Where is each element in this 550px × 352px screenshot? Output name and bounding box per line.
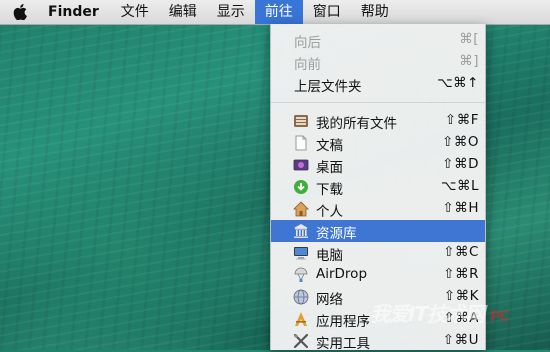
applications-icon bbox=[295, 312, 307, 326]
menu-item-label: 实用工具 bbox=[316, 336, 370, 352]
home-icon bbox=[293, 201, 309, 217]
menu-item-label: AirDrop bbox=[316, 266, 368, 282]
menu-file[interactable]: 文件 bbox=[111, 0, 159, 24]
menu-item-label: 桌面 bbox=[316, 160, 343, 176]
menu-item-label: 文稿 bbox=[316, 138, 343, 154]
watermark-text: 我爱IT技术网 bbox=[370, 302, 485, 326]
menu-item-label: 上层文件夹 bbox=[294, 79, 362, 95]
menu-item-documents[interactable]: 文稿 ⇧⌘O bbox=[271, 132, 485, 154]
menu-item-library[interactable]: 资源库 bbox=[271, 220, 485, 242]
menu-item-computer[interactable]: 电脑 ⇧⌘C bbox=[271, 242, 485, 264]
menu-item-home[interactable]: 个人 ⇧⌘H bbox=[271, 198, 485, 220]
documents-icon bbox=[295, 135, 307, 151]
menu-item-utilities[interactable]: 实用工具 ⇧⌘U bbox=[271, 330, 485, 352]
menu-separator bbox=[271, 102, 485, 103]
airdrop-icon bbox=[294, 267, 308, 282]
apple-icon bbox=[13, 4, 27, 20]
menu-item-desktop[interactable]: 桌面 ⇧⌘D bbox=[271, 154, 485, 176]
menu-item-label: 资源库 bbox=[316, 226, 357, 242]
watermark: 我爱IT技术网 PC bbox=[370, 298, 510, 327]
menu-item-shortcut: ⇧⌘U bbox=[442, 332, 479, 348]
menu-bar: Finder 文件 编辑 显示 前往 窗口 帮助 bbox=[0, 0, 550, 25]
menu-item-back[interactable]: 向后 ⌘[ bbox=[271, 29, 485, 51]
menu-item-shortcut: ⌘[ bbox=[459, 31, 479, 47]
menu-item-shortcut: ⌥⌘↑ bbox=[437, 75, 479, 91]
menu-item-shortcut: ⇧⌘R bbox=[443, 266, 479, 282]
computer-icon bbox=[294, 247, 308, 260]
menu-item-forward[interactable]: 向前 ⌘] bbox=[271, 51, 485, 73]
downloads-icon bbox=[294, 180, 308, 194]
menu-item-all-my-files[interactable]: 我的所有文件 ⇧⌘F bbox=[271, 110, 485, 132]
menu-item-label: 网络 bbox=[316, 292, 343, 308]
menu-item-shortcut: ⇧⌘H bbox=[442, 200, 479, 216]
menu-window[interactable]: 窗口 bbox=[303, 0, 351, 24]
menu-item-airdrop[interactable]: AirDrop ⇧⌘R bbox=[271, 264, 485, 286]
menu-item-shortcut: ⇧⌘D bbox=[442, 156, 479, 172]
menu-item-shortcut: ⇧⌘C bbox=[443, 244, 479, 260]
menu-item-enclosing-folder[interactable]: 上层文件夹 ⌥⌘↑ bbox=[271, 73, 485, 95]
menu-help[interactable]: 帮助 bbox=[351, 0, 399, 24]
all-files-icon bbox=[294, 115, 308, 127]
menu-item-shortcut: ⇧⌘F bbox=[444, 112, 479, 128]
menu-item-label: 个人 bbox=[316, 204, 343, 220]
apple-menu[interactable] bbox=[0, 0, 40, 24]
menu-item-shortcut: ⌥⌘L bbox=[440, 178, 479, 194]
menu-go[interactable]: 前往 bbox=[254, 0, 303, 24]
menu-item-label: 下载 bbox=[316, 182, 343, 198]
menu-item-label: 电脑 bbox=[316, 248, 343, 264]
watermark-sub: PC bbox=[490, 309, 510, 325]
menu-item-shortcut: ⌘] bbox=[459, 53, 479, 69]
menu-item-downloads[interactable]: 下载 ⌥⌘L bbox=[271, 176, 485, 198]
library-icon bbox=[294, 224, 308, 238]
menu-item-shortcut: ⇧⌘O bbox=[442, 134, 479, 150]
network-icon bbox=[293, 289, 309, 305]
menu-view[interactable]: 显示 bbox=[207, 0, 255, 24]
menu-edit[interactable]: 编辑 bbox=[159, 0, 207, 24]
menu-item-label: 我的所有文件 bbox=[316, 116, 397, 132]
utilities-icon bbox=[293, 333, 309, 349]
menu-item-label: 应用程序 bbox=[316, 314, 370, 330]
menu-finder[interactable]: Finder bbox=[40, 0, 111, 24]
desktop-icon bbox=[293, 159, 309, 171]
menu-item-label: 向前 bbox=[294, 57, 321, 73]
menu-item-label: 向后 bbox=[294, 35, 321, 51]
